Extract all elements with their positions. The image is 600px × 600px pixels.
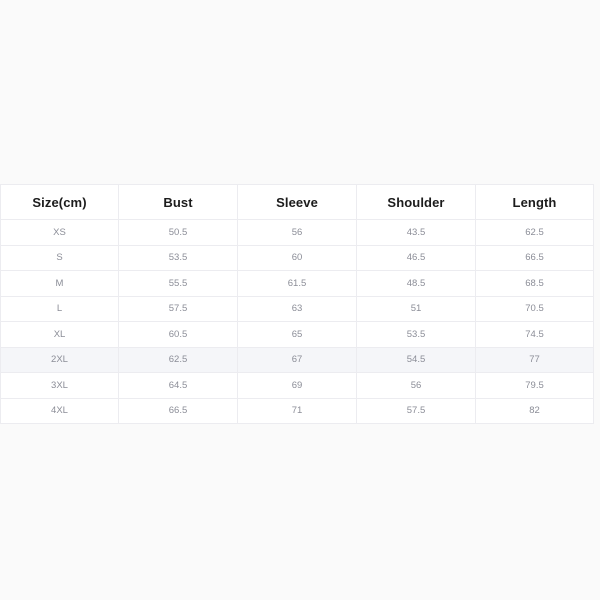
table-row: 4XL 66.5 71 57.5 82 [0, 397, 594, 424]
column-header-shoulder: Shoulder [356, 184, 476, 220]
cell-size: S [0, 244, 119, 271]
cell-bust: 55.5 [118, 270, 238, 297]
cell-length: 68.5 [475, 270, 594, 297]
cell-shoulder: 48.5 [356, 270, 476, 297]
cell-sleeve: 67 [237, 346, 357, 373]
cell-bust: 62.5 [118, 346, 238, 373]
cell-length: 82 [475, 397, 594, 424]
table-row-highlighted: 2XL 62.5 67 54.5 77 [0, 346, 594, 373]
cell-bust: 53.5 [118, 244, 238, 271]
cell-length: 66.5 [475, 244, 594, 271]
cell-bust: 66.5 [118, 397, 238, 424]
cell-shoulder: 57.5 [356, 397, 476, 424]
cell-length: 74.5 [475, 321, 594, 348]
cell-shoulder: 43.5 [356, 219, 476, 246]
cell-length: 70.5 [475, 295, 594, 322]
table-header-row: Size(cm) Bust Sleeve Shoulder Length [0, 184, 594, 220]
cell-shoulder: 56 [356, 372, 476, 399]
cell-bust: 60.5 [118, 321, 238, 348]
cell-bust: 50.5 [118, 219, 238, 246]
cell-size: XL [0, 321, 119, 348]
size-chart-table: Size(cm) Bust Sleeve Shoulder Length XS … [0, 184, 594, 424]
cell-length: 77 [475, 346, 594, 373]
cell-shoulder: 54.5 [356, 346, 476, 373]
column-header-length: Length [475, 184, 594, 220]
page-root: Size(cm) Bust Sleeve Shoulder Length XS … [0, 0, 600, 600]
table-row: 3XL 64.5 69 56 79.5 [0, 372, 594, 399]
cell-sleeve: 56 [237, 219, 357, 246]
size-chart-header: Size(cm) Bust Sleeve Shoulder Length [0, 184, 594, 220]
cell-sleeve: 60 [237, 244, 357, 271]
cell-size: 3XL [0, 372, 119, 399]
cell-size: 2XL [0, 346, 119, 373]
cell-shoulder: 46.5 [356, 244, 476, 271]
cell-sleeve: 71 [237, 397, 357, 424]
cell-sleeve: 63 [237, 295, 357, 322]
cell-shoulder: 53.5 [356, 321, 476, 348]
table-row: L 57.5 63 51 70.5 [0, 295, 594, 322]
cell-shoulder: 51 [356, 295, 476, 322]
table-row: M 55.5 61.5 48.5 68.5 [0, 270, 594, 297]
table-row: S 53.5 60 46.5 66.5 [0, 244, 594, 271]
column-header-bust: Bust [118, 184, 238, 220]
cell-bust: 64.5 [118, 372, 238, 399]
cell-sleeve: 65 [237, 321, 357, 348]
cell-size: M [0, 270, 119, 297]
size-chart-body: XS 50.5 56 43.5 62.5 S 53.5 60 46.5 66.5… [0, 219, 594, 424]
cell-length: 62.5 [475, 219, 594, 246]
table-row: XL 60.5 65 53.5 74.5 [0, 321, 594, 348]
column-header-sleeve: Sleeve [237, 184, 357, 220]
cell-bust: 57.5 [118, 295, 238, 322]
table-row: XS 50.5 56 43.5 62.5 [0, 219, 594, 246]
cell-size: XS [0, 219, 119, 246]
cell-size: L [0, 295, 119, 322]
cell-sleeve: 61.5 [237, 270, 357, 297]
column-header-size: Size(cm) [0, 184, 119, 220]
cell-length: 79.5 [475, 372, 594, 399]
cell-size: 4XL [0, 397, 119, 424]
cell-sleeve: 69 [237, 372, 357, 399]
